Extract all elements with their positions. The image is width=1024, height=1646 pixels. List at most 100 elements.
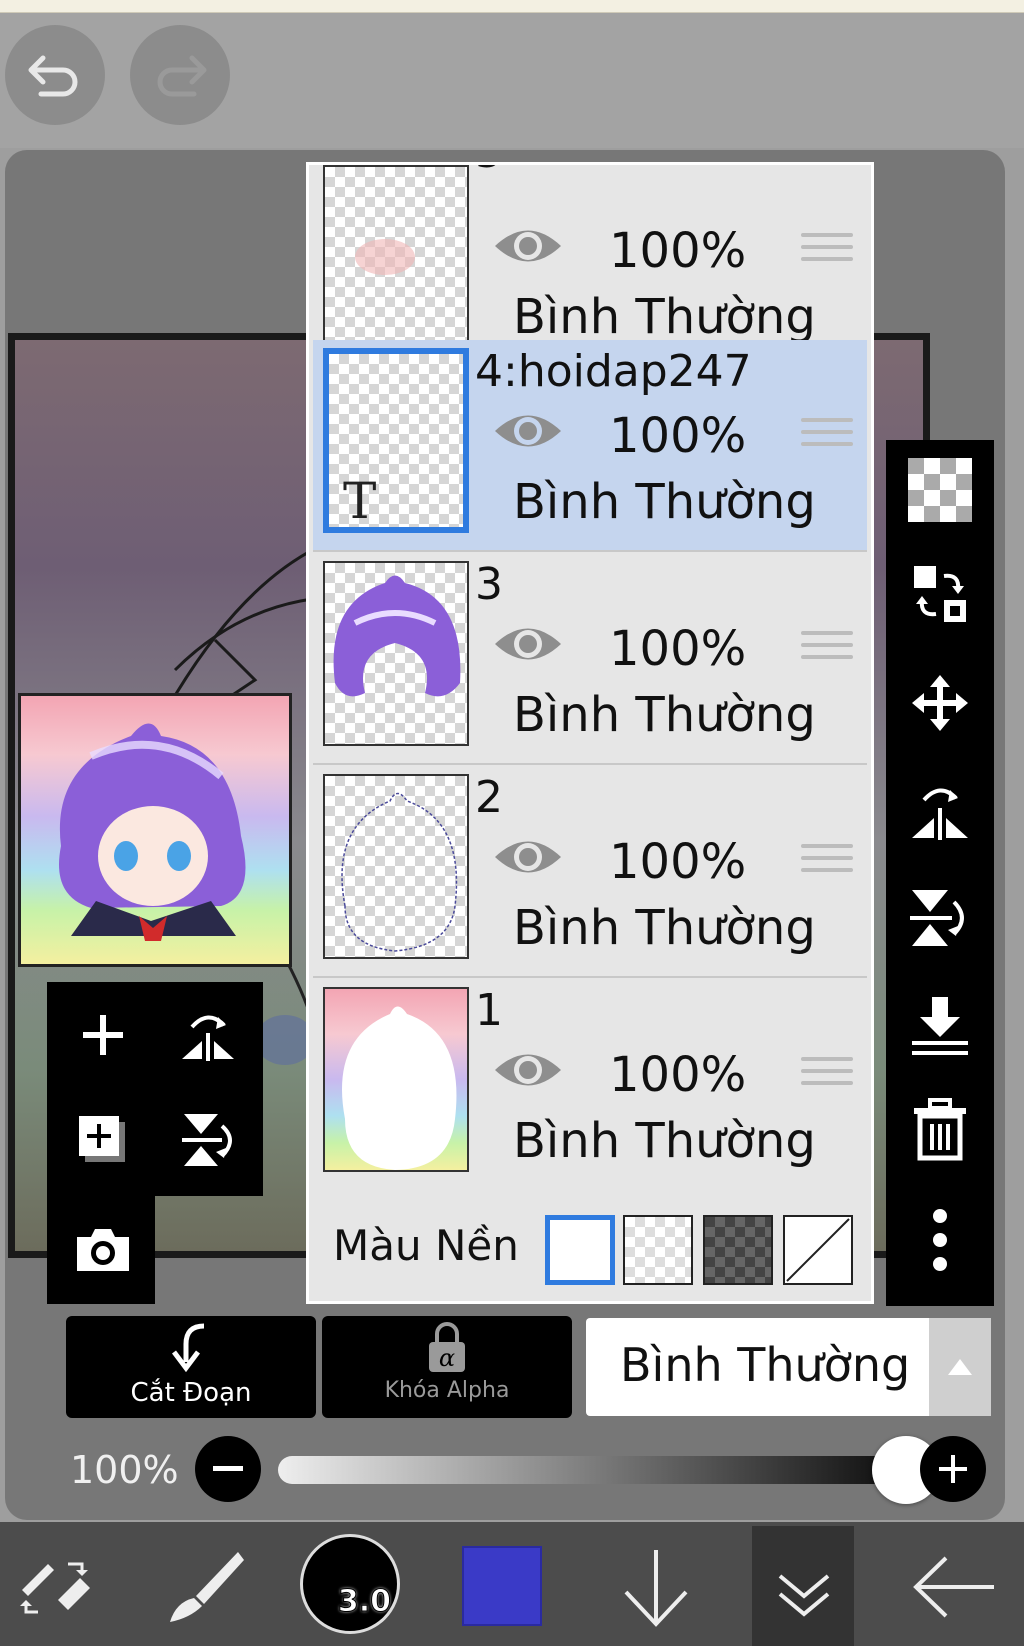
delete-layer-button[interactable] xyxy=(886,1080,994,1180)
opacity-increase-button[interactable] xyxy=(920,1436,986,1502)
swap-icon xyxy=(914,566,966,622)
flip-layer-vertical-button[interactable] xyxy=(886,868,994,968)
layer-thumbnail xyxy=(323,561,469,746)
layer-row-2[interactable]: 2 100% Bình Thường xyxy=(313,766,867,978)
layer-down-button[interactable] xyxy=(616,1546,696,1630)
layer-row-1[interactable]: 1 100% Bình Thường xyxy=(313,979,867,1191)
layer-blend-mode: Bình Thường xyxy=(513,687,816,743)
copy-layer-icon xyxy=(79,1116,125,1162)
layer-blend-mode: Bình Thường xyxy=(513,474,816,530)
trash-icon xyxy=(914,1098,966,1161)
minus-icon xyxy=(213,1466,243,1471)
redo-button[interactable] xyxy=(130,25,230,125)
opacity-decrease-button[interactable] xyxy=(195,1436,261,1502)
layer-row-3[interactable]: 3 100% Bình Thường xyxy=(313,553,867,765)
layer-name: 3 xyxy=(475,559,503,610)
plus-icon xyxy=(939,1455,967,1483)
drag-handle-icon[interactable] xyxy=(801,1057,853,1093)
clip-arrow-icon xyxy=(172,1323,205,1373)
drag-handle-icon[interactable] xyxy=(801,233,853,269)
eye-icon[interactable] xyxy=(491,406,565,456)
add-copy-layer-button[interactable] xyxy=(55,1095,151,1185)
eye-icon[interactable] xyxy=(491,221,565,271)
background-art xyxy=(342,1006,457,1170)
flip-vertical-icon xyxy=(910,890,964,946)
background-transparent-light-swatch[interactable] xyxy=(623,1215,693,1285)
camera-button[interactable] xyxy=(55,1205,151,1295)
background-white-swatch[interactable] xyxy=(545,1215,615,1285)
opacity-slider-track[interactable] xyxy=(278,1456,888,1484)
layer-name: 5 xyxy=(475,165,503,178)
plus-icon xyxy=(83,1015,123,1055)
swap-layer-button[interactable] xyxy=(886,545,994,645)
add-layer-button[interactable] xyxy=(55,990,151,1080)
tool-switch-button[interactable] xyxy=(18,1550,98,1620)
layer-blend-mode: Bình Thường xyxy=(513,289,816,345)
brush-eraser-switch-icon xyxy=(20,1562,90,1614)
brush-icon xyxy=(170,1552,244,1622)
arrow-left-icon xyxy=(913,1556,994,1618)
layer-row-4[interactable]: T 4:hoidap247 100% Bình Thường xyxy=(313,340,867,552)
triangle-up-icon xyxy=(948,1359,972,1375)
eye-icon[interactable] xyxy=(491,619,565,669)
blend-mode-toggle[interactable] xyxy=(929,1318,991,1416)
background-none-swatch[interactable] xyxy=(783,1215,853,1285)
undo-icon xyxy=(28,55,78,97)
layer-name: 2 xyxy=(475,772,503,823)
layer-thumbnail xyxy=(323,987,469,1172)
layer-opacity: 100% xyxy=(609,834,747,890)
layer-thumbnail xyxy=(323,774,469,959)
merge-down-button[interactable] xyxy=(886,975,994,1075)
move-arrows-icon xyxy=(912,675,968,731)
brush-tool-button[interactable] xyxy=(166,1546,246,1626)
merge-down-icon xyxy=(912,997,968,1055)
background-color-label: Màu Nền xyxy=(333,1221,519,1270)
background-color-row: Màu Nền xyxy=(313,1187,867,1299)
artwork-preview[interactable] xyxy=(18,693,292,967)
eye-icon[interactable] xyxy=(491,832,565,882)
layer-opacity: 100% xyxy=(609,408,747,464)
flip-horizontal-icon xyxy=(912,788,968,840)
undo-button[interactable] xyxy=(5,25,105,125)
color-swatch-button[interactable] xyxy=(462,1546,542,1626)
top-bar xyxy=(0,13,1024,148)
svg-text:α: α xyxy=(439,1344,455,1372)
clipping-button[interactable]: Cắt Đoạn xyxy=(66,1316,316,1418)
background-transparent-dark-swatch[interactable] xyxy=(703,1215,773,1285)
flip-layer-horizontal-button[interactable] xyxy=(886,760,994,860)
text-layer-glyph: T xyxy=(343,472,377,530)
drag-handle-icon[interactable] xyxy=(801,844,853,880)
flip-vertical-icon xyxy=(182,1114,232,1166)
layers-panel: 5 100% Bình Thường T 4:hoidap247 100% Bì… xyxy=(306,162,874,1304)
right-tool-bar xyxy=(886,440,994,1306)
flip-vertical-button[interactable] xyxy=(160,1095,256,1185)
layer-thumbnail xyxy=(323,165,469,350)
move-layer-button[interactable] xyxy=(886,653,994,753)
layer-blend-mode: Bình Thường xyxy=(513,900,816,956)
layer-panel-toggle-button[interactable] xyxy=(752,1526,854,1646)
lock-alpha-icon: α xyxy=(429,1322,465,1372)
drag-handle-icon[interactable] xyxy=(801,418,853,454)
layer-opacity: 100% xyxy=(609,223,747,279)
alpha-lock-button[interactable]: α Khóa Alpha xyxy=(322,1316,572,1418)
alpha-lock-label: Khóa Alpha xyxy=(384,1378,510,1403)
double-chevron-down-icon xyxy=(778,1574,830,1617)
diagonal-slash-icon xyxy=(786,1218,850,1282)
more-options-button[interactable] xyxy=(886,1190,994,1290)
layer-thumbnail-selected: T xyxy=(323,348,469,533)
eye-icon[interactable] xyxy=(491,1045,565,1095)
layer-name: 4:hoidap247 xyxy=(475,346,752,397)
bottom-toolbar: 3.0 xyxy=(0,1522,1024,1646)
blend-mode-dropdown[interactable]: Bình Thường xyxy=(586,1318,991,1416)
more-vertical-icon xyxy=(933,1209,947,1271)
blend-mode-value: Bình Thường xyxy=(620,1338,911,1392)
layer-row-5[interactable]: 5 100% Bình Thường xyxy=(313,165,867,367)
back-button[interactable] xyxy=(910,1552,998,1622)
flip-horizontal-icon xyxy=(182,1015,234,1061)
brush-size-button[interactable]: 3.0 xyxy=(300,1534,400,1634)
layer-5-art xyxy=(355,239,415,275)
chibi-character-image xyxy=(59,723,246,941)
flip-horizontal-button[interactable] xyxy=(160,990,256,1080)
drag-handle-icon[interactable] xyxy=(801,631,853,667)
transparency-button[interactable] xyxy=(886,440,994,540)
